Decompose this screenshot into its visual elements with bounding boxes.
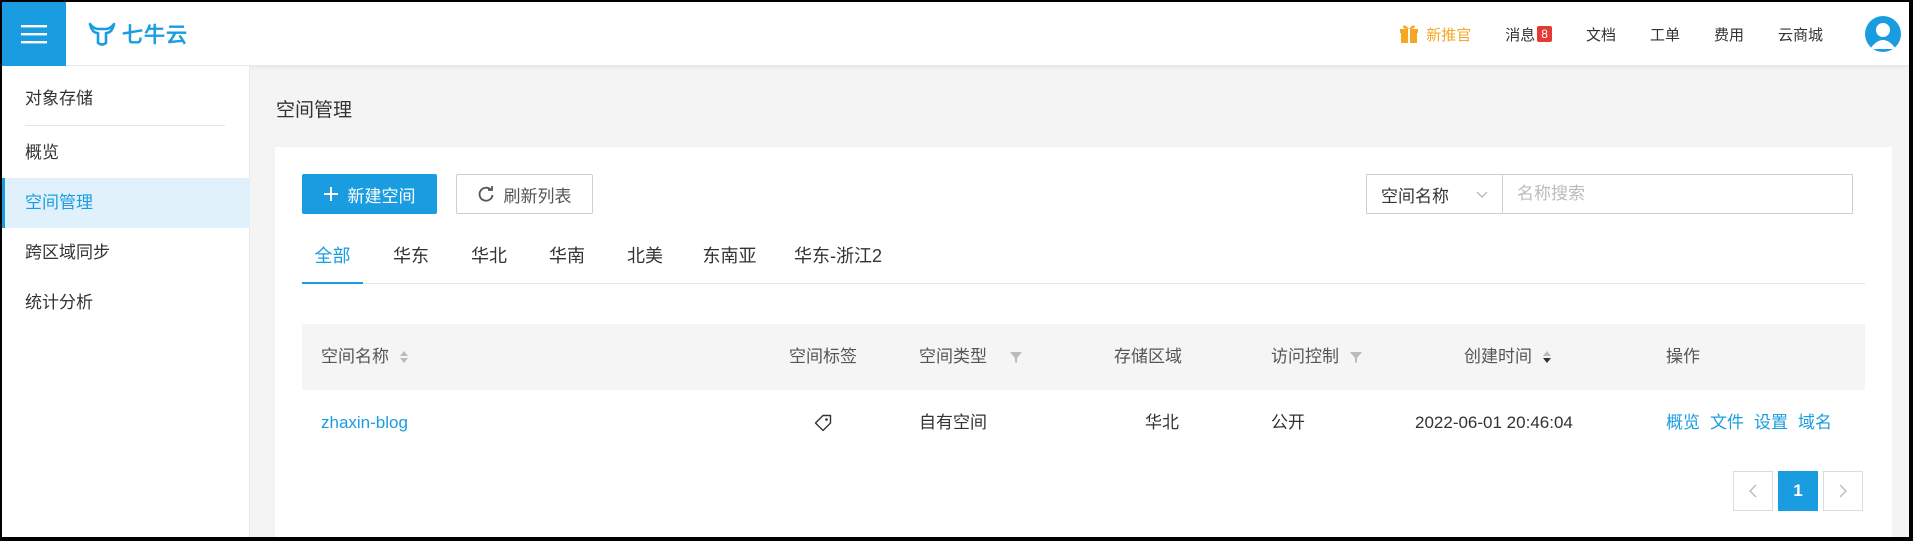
column-header-name-label: 空间名称 (321, 347, 389, 366)
column-header-access[interactable]: 访问控制 (1271, 324, 1363, 390)
nav-docs[interactable]: 文档 (1586, 24, 1616, 45)
tab-all[interactable]: 全部 (302, 237, 363, 284)
column-header-access-label: 访问控制 (1271, 347, 1339, 366)
sidebar-title: 对象存储 (25, 89, 93, 108)
refresh-icon (478, 186, 493, 202)
nav-store[interactable]: 云商城 (1778, 24, 1823, 45)
tab-north-china[interactable]: 华北 (462, 237, 516, 284)
sidebar-divider (25, 125, 225, 126)
nav-promo-label: 新推官 (1426, 26, 1472, 44)
column-header-type[interactable]: 空间类型 (919, 324, 1023, 390)
action-settings-link[interactable]: 设置 (1754, 390, 1788, 456)
column-header-name[interactable]: 空间名称 (321, 324, 409, 390)
bucket-tag-cell[interactable] (814, 390, 832, 456)
region-tabs: 全部 华东 华北 华南 北美 东南亚 华东-浙江2 (302, 237, 1865, 284)
brand-name: 七牛云 (122, 24, 188, 47)
chevron-down-icon (1476, 191, 1488, 198)
plus-icon (323, 187, 338, 201)
brand-logo[interactable]: 七牛云 (88, 20, 188, 48)
hamburger-icon (21, 25, 47, 44)
action-overview-link[interactable]: 概览 (1666, 390, 1700, 456)
user-icon (1870, 23, 1896, 49)
nav-promo[interactable]: 新推官 (1400, 24, 1471, 45)
tab-southeast-asia[interactable]: 东南亚 (696, 237, 763, 284)
refresh-list-label: 刷新列表 (503, 186, 572, 206)
pagination-prev-button[interactable] (1733, 471, 1773, 511)
sidebar-item-statistics[interactable]: 统计分析 (2, 278, 250, 328)
header-nav: 新推官 消息 8 文档 工单 费用 云商城 (1400, 2, 1909, 66)
bucket-list-card: 新建空间 刷新列表 空间名称 全部 华东 华北 华南 北美 东南亚 华东-浙江2 (275, 147, 1892, 537)
search-field-select[interactable]: 空间名称 (1366, 174, 1502, 214)
nav-messages[interactable]: 消息 8 (1505, 24, 1552, 45)
sidebar-item-overview[interactable]: 概览 (2, 128, 250, 178)
sort-icon (400, 351, 408, 363)
column-header-type-label: 空间类型 (919, 347, 987, 366)
table-header: 空间名称 空间标签 空间类型 存储区域 访问控制 创建时间 操作 (302, 324, 1865, 390)
messages-count-badge: 8 (1537, 26, 1552, 42)
bucket-access-cell: 公开 (1271, 413, 1305, 432)
column-header-tag: 空间标签 (789, 347, 857, 366)
chevron-right-icon (1839, 484, 1847, 498)
table-row: zhaxin-blog 自有空间 华北 公开 2022-06-01 20:46:… (302, 390, 1865, 456)
bucket-region-cell: 华北 (1145, 413, 1179, 432)
sidebar-item-bucket-management[interactable]: 空间管理 (2, 178, 250, 228)
bull-logo-icon (88, 22, 116, 46)
page-title: 空间管理 (276, 100, 353, 121)
app-frame: 七牛云 新推官 消息 8 文档 工单 费用 云商城 对象存储 概览 空间管理 跨… (2, 2, 1909, 537)
bucket-name-link[interactable]: zhaxin-blog (321, 390, 408, 456)
tab-east-china-zhejiang2[interactable]: 华东-浙江2 (788, 237, 888, 284)
nav-billing[interactable]: 费用 (1714, 24, 1744, 45)
top-bar: 七牛云 新推官 消息 8 文档 工单 费用 云商城 (2, 2, 1909, 66)
bucket-actions-cell: 概览 文件 设置 域名 (1666, 390, 1832, 456)
sidebar: 对象存储 概览 空间管理 跨区域同步 统计分析 (2, 66, 250, 537)
tab-north-america[interactable]: 北美 (618, 237, 672, 284)
sort-desc-icon (1543, 351, 1551, 363)
new-bucket-button[interactable]: 新建空间 (302, 174, 437, 214)
column-header-created-label: 创建时间 (1464, 347, 1532, 366)
nav-tickets[interactable]: 工单 (1650, 24, 1680, 45)
filter-icon (1010, 352, 1022, 363)
tab-east-china[interactable]: 华东 (384, 237, 438, 284)
new-bucket-label: 新建空间 (347, 186, 416, 206)
pagination-next-button[interactable] (1823, 471, 1863, 511)
menu-button[interactable] (2, 2, 66, 66)
refresh-list-button[interactable]: 刷新列表 (456, 174, 593, 214)
filter-icon (1350, 352, 1362, 363)
column-header-actions: 操作 (1666, 347, 1700, 366)
search-input[interactable] (1502, 174, 1853, 214)
bucket-created-cell: 2022-06-01 20:46:04 (1415, 413, 1573, 432)
avatar[interactable] (1865, 16, 1901, 52)
action-files-link[interactable]: 文件 (1710, 390, 1744, 456)
chevron-left-icon (1749, 484, 1757, 498)
sidebar-item-cross-region-sync[interactable]: 跨区域同步 (2, 228, 250, 278)
nav-messages-label: 消息 (1505, 26, 1536, 44)
column-header-created[interactable]: 创建时间 (1464, 324, 1552, 390)
bucket-type-cell: 自有空间 (919, 413, 987, 432)
search-field-selected: 空间名称 (1381, 186, 1449, 206)
action-domains-link[interactable]: 域名 (1798, 390, 1832, 456)
column-header-region: 存储区域 (1114, 347, 1182, 366)
tag-icon (814, 414, 832, 432)
pagination-page-button[interactable]: 1 (1778, 471, 1818, 511)
gift-icon (1400, 25, 1419, 43)
tab-south-china[interactable]: 华南 (540, 237, 594, 284)
